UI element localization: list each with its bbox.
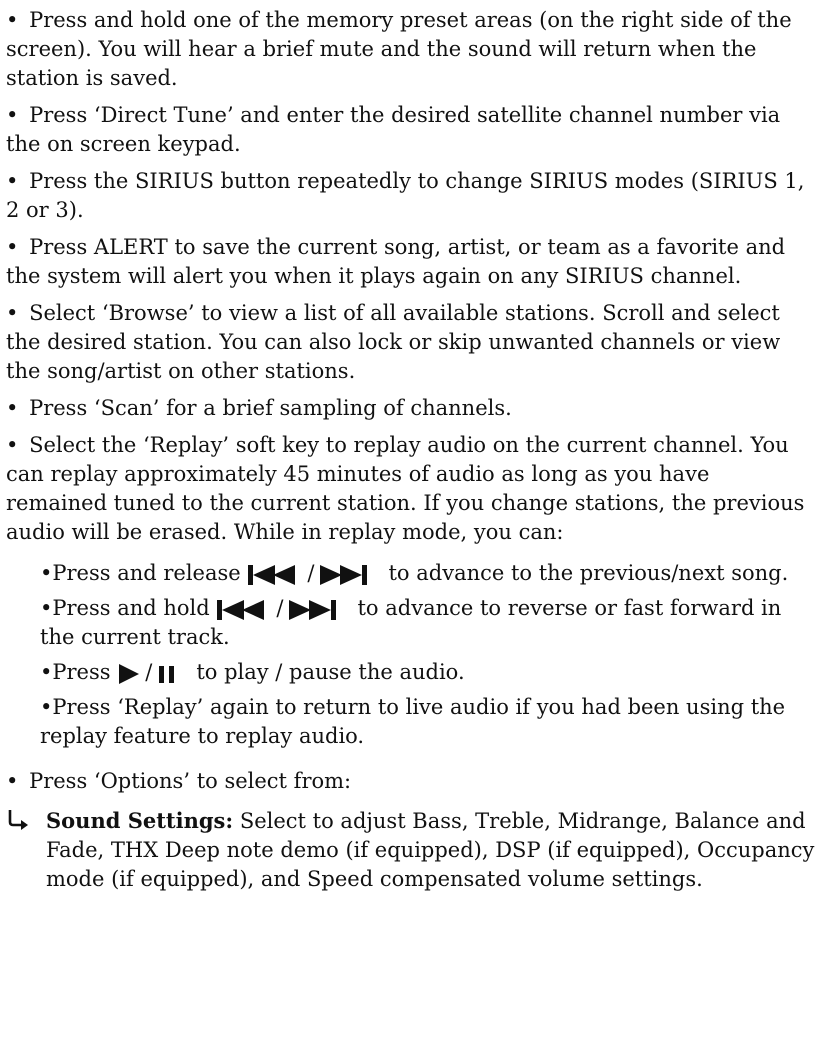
bullet-text: Press ‘Scan’ for a brief sampling of cha… bbox=[29, 396, 512, 420]
bullet-text: Press ‘Direct Tune’ and enter the desire… bbox=[6, 103, 781, 156]
bullet-text: Press ALERT to save the current song, ar… bbox=[6, 235, 786, 288]
bullet-dot: • bbox=[6, 235, 19, 259]
bullet-dot: • bbox=[6, 769, 19, 793]
bullet-dot: • bbox=[40, 561, 53, 585]
bullet-dot: • bbox=[6, 301, 19, 325]
list-item: • Press ALERT to save the current song, … bbox=[6, 233, 816, 291]
hook-arrow-icon bbox=[6, 808, 30, 840]
slash: / bbox=[145, 660, 153, 684]
sound-settings-callout: Sound Settings: Select to adjust Bass, T… bbox=[6, 806, 816, 894]
slash: / bbox=[307, 561, 315, 585]
manual-page: • Press and hold one of the memory prese… bbox=[0, 0, 821, 1038]
bullet-text: Select the ‘Replay’ soft key to replay a… bbox=[6, 433, 805, 544]
bullet-dot: • bbox=[6, 396, 19, 420]
sound-settings-title: Sound Settings: bbox=[46, 808, 234, 833]
slash: / bbox=[276, 596, 284, 620]
bullet-dot: • bbox=[40, 695, 53, 719]
skip-next-icon bbox=[287, 597, 339, 623]
replay-item-text: Press and hold bbox=[52, 596, 210, 620]
replay-item: •Press and release / to advance to the pr… bbox=[40, 559, 820, 588]
replay-item-text: to advance to the previous/next song. bbox=[388, 561, 789, 585]
bullet-text: Press and hold one of the memory preset … bbox=[6, 8, 792, 90]
skip-previous-icon bbox=[247, 562, 303, 588]
replay-item-text: Press and release bbox=[52, 561, 241, 585]
list-item: • Press the SIRIUS button repeatedly to … bbox=[6, 167, 816, 225]
skip-next-icon bbox=[318, 562, 370, 588]
replay-item-text: Press bbox=[52, 660, 111, 684]
list-item: • Press and hold one of the memory prese… bbox=[6, 6, 816, 93]
replay-item: •Press / to play / pause the audio. bbox=[40, 658, 820, 687]
bullet-dot: • bbox=[40, 660, 53, 684]
list-item: • Select ‘Browse’ to view a list of all … bbox=[6, 299, 816, 386]
bullet-dot: • bbox=[6, 433, 19, 457]
list-item: • Press ‘Scan’ for a brief sampling of c… bbox=[6, 394, 816, 423]
replay-item-text: Press ‘Replay’ again to return to live a… bbox=[40, 695, 786, 748]
replay-item: •Press and hold / to advance to reverse o… bbox=[40, 594, 820, 652]
list-item: • Select the ‘Replay’ soft key to replay… bbox=[6, 431, 816, 547]
play-icon bbox=[117, 661, 141, 687]
skip-previous-icon bbox=[216, 597, 272, 623]
list-item: • Press ‘Options’ to select from: bbox=[6, 767, 816, 796]
list-item: • Press ‘Direct Tune’ and enter the desi… bbox=[6, 101, 816, 159]
bullet-dot: • bbox=[40, 596, 53, 620]
bullet-dot: • bbox=[6, 169, 19, 193]
replay-item-text: to play / pause the audio. bbox=[196, 660, 465, 684]
bullet-text: Press the SIRIUS button repeatedly to ch… bbox=[6, 169, 805, 222]
bullet-text: Select ‘Browse’ to view a list of all av… bbox=[6, 301, 781, 383]
replay-item: •Press ‘Replay’ again to return to live … bbox=[40, 693, 820, 751]
bullet-dot: • bbox=[6, 103, 19, 127]
pause-icon bbox=[156, 661, 178, 687]
bullet-text: Press ‘Options’ to select from: bbox=[29, 769, 352, 793]
bullet-dot: • bbox=[6, 8, 19, 32]
